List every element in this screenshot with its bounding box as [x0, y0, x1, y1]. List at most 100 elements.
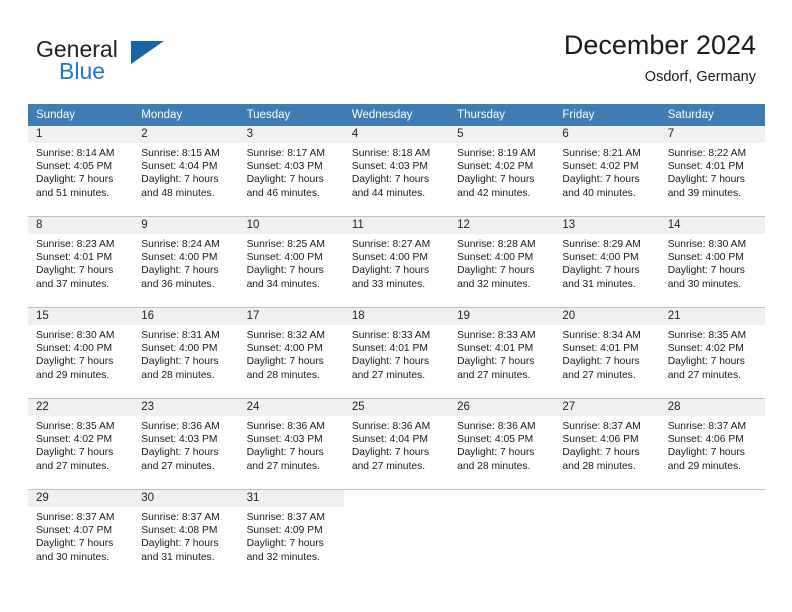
calendar-day-cell[interactable]: 9 Sunrise: 8:24 AM Sunset: 4:00 PM Daylight…	[133, 216, 239, 308]
calendar-day-cell[interactable]: 8 Sunrise: 8:23 AM Sunset: 4:01 PM Daylight…	[28, 216, 134, 308]
daylight-text-line2: and 27 minutes.	[667, 369, 741, 381]
day-details: Sunrise: 8:30 AM Sunset: 4:00 PM Daylight:…	[660, 234, 765, 291]
daylight-text-line2: and 28 minutes.	[246, 369, 320, 381]
daylight-text-line2: and 29 minutes.	[667, 460, 741, 472]
calendar-day-cell[interactable]: 21 Sunrise: 8:35 AM Sunset: 4:02 PM Dayligh…	[659, 307, 765, 399]
day-details: Sunrise: 8:19 AM Sunset: 4:02 PM Daylight:…	[449, 143, 554, 200]
day-number: 27	[554, 399, 660, 416]
sunrise-text: Sunrise: 8:32 AM	[246, 330, 325, 341]
calendar-day-cell[interactable]: 16 Sunrise: 8:31 AM Sunset: 4:00 PM Dayligh…	[133, 307, 239, 399]
calendar-day-cell[interactable]: 14 Sunrise: 8:30 AM Sunset: 4:00 PM Dayligh…	[659, 216, 765, 308]
daylight-text-line1: Daylight: 7 hours	[351, 174, 430, 186]
sunset-text: Sunset: 4:03 PM	[141, 434, 218, 446]
sunset-text: Sunset: 4:00 PM	[141, 252, 218, 264]
daylight-text-line1: Daylight: 7 hours	[36, 447, 114, 459]
calendar-day-cell[interactable]: 24 Sunrise: 8:36 AM Sunset: 4:03 PM Dayligh…	[238, 398, 344, 490]
sunrise-text: Sunrise: 8:36 AM	[141, 421, 220, 432]
calendar-day-cell[interactable]: 13 Sunrise: 8:29 AM Sunset: 4:00 PM Dayligh…	[554, 216, 660, 308]
sunset-text: Sunset: 4:05 PM	[36, 161, 113, 173]
sunrise-text: Sunrise: 8:37 AM	[246, 512, 325, 523]
calendar-day-cell[interactable]: 1 Sunrise: 8:14 AM Sunset: 4:05 PM Daylight…	[28, 126, 134, 217]
day-number: 13	[554, 217, 660, 234]
daylight-text-line2: and 44 minutes.	[351, 187, 426, 199]
daylight-text-line2: and 28 minutes.	[562, 460, 636, 472]
calendar-day-cell[interactable]: 2 Sunrise: 8:15 AM Sunset: 4:04 PM Daylight…	[133, 126, 239, 217]
day-number	[659, 490, 765, 507]
day-details: Sunrise: 8:33 AM Sunset: 4:01 PM Daylight:…	[344, 325, 449, 382]
calendar-day-cell[interactable]: 17 Sunrise: 8:32 AM Sunset: 4:00 PM Dayligh…	[238, 307, 344, 399]
daylight-text-line1: Daylight: 7 hours	[246, 356, 324, 368]
calendar-day-cell[interactable]: 29 Sunrise: 8:37 AM Sunset: 4:07 PM Dayligh…	[28, 489, 134, 580]
daylight-text-line1: Daylight: 7 hours	[562, 447, 640, 459]
sunset-text: Sunset: 4:01 PM	[457, 343, 534, 355]
calendar-day-cell[interactable]: 20 Sunrise: 8:34 AM Sunset: 4:01 PM Dayligh…	[554, 307, 660, 399]
calendar-day-cell[interactable]: 18 Sunrise: 8:33 AM Sunset: 4:01 PM Dayligh…	[343, 307, 450, 399]
weekday-header-friday: Friday	[554, 104, 660, 126]
sunrise-text: Sunrise: 8:28 AM	[457, 239, 536, 250]
sunrise-text: Sunrise: 8:37 AM	[562, 421, 641, 432]
calendar-day-cell[interactable]: 22 Sunrise: 8:35 AM Sunset: 4:02 PM Dayligh…	[28, 398, 134, 490]
daylight-text-line2: and 31 minutes.	[141, 551, 215, 563]
sunrise-text: Sunrise: 8:18 AM	[351, 148, 431, 159]
calendar-day-cell[interactable]: 10 Sunrise: 8:25 AM Sunset: 4:00 PM Dayligh…	[238, 216, 344, 308]
generalblue-logo[interactable]: General Blue	[36, 36, 266, 92]
day-details: Sunrise: 8:37 AM Sunset: 4:07 PM Daylight:…	[28, 507, 133, 564]
day-details: Sunrise: 8:33 AM Sunset: 4:01 PM Daylight:…	[449, 325, 554, 382]
calendar-day-cell[interactable]: 19 Sunrise: 8:33 AM Sunset: 4:01 PM Dayligh…	[449, 307, 555, 399]
calendar-day-cell[interactable]: 3 Sunrise: 8:17 AM Sunset: 4:03 PM Daylight…	[238, 126, 344, 217]
day-details: Sunrise: 8:22 AM Sunset: 4:01 PM Daylight:…	[660, 143, 765, 200]
day-number: 29	[28, 490, 134, 507]
day-details: Sunrise: 8:18 AM Sunset: 4:03 PM Daylight:…	[344, 143, 449, 200]
sunrise-text: Sunrise: 8:27 AM	[351, 239, 431, 250]
day-number: 8	[28, 217, 134, 234]
daylight-text-line2: and 28 minutes.	[457, 460, 531, 472]
calendar-day-cell[interactable]: 7 Sunrise: 8:22 AM Sunset: 4:01 PM Daylight…	[659, 126, 765, 217]
calendar-day-cell[interactable]: 23 Sunrise: 8:36 AM Sunset: 4:03 PM Dayligh…	[133, 398, 239, 490]
daylight-text-line1: Daylight: 7 hours	[351, 265, 430, 277]
sunset-text: Sunset: 4:02 PM	[562, 161, 639, 173]
day-details: Sunrise: 8:14 AM Sunset: 4:05 PM Daylight:…	[28, 143, 133, 200]
day-details: Sunrise: 8:31 AM Sunset: 4:00 PM Daylight:…	[133, 325, 238, 382]
sunset-text: Sunset: 4:00 PM	[457, 252, 534, 264]
sunset-text: Sunset: 4:01 PM	[36, 252, 113, 264]
day-details: Sunrise: 8:25 AM Sunset: 4:00 PM Daylight:…	[239, 234, 344, 291]
sunrise-text: Sunrise: 8:35 AM	[667, 330, 747, 341]
weekday-header-tuesday: Tuesday	[238, 104, 344, 126]
day-number: 2	[133, 126, 239, 143]
daylight-text-line2: and 27 minutes.	[351, 460, 426, 472]
calendar-day-cell[interactable]: 28 Sunrise: 8:37 AM Sunset: 4:06 PM Dayligh…	[659, 398, 765, 490]
day-details: Sunrise: 8:15 AM Sunset: 4:04 PM Daylight:…	[133, 143, 238, 200]
sunset-text: Sunset: 4:02 PM	[457, 161, 534, 173]
page-header: General Blue December 2024 Osdorf, Germa…	[0, 0, 792, 104]
daylight-text-line2: and 42 minutes.	[457, 187, 531, 199]
calendar-day-cell[interactable]: 5 Sunrise: 8:19 AM Sunset: 4:02 PM Daylight…	[449, 126, 555, 217]
weekday-header-monday: Monday	[133, 104, 239, 126]
daylight-text-line1: Daylight: 7 hours	[667, 356, 745, 368]
day-number: 3	[238, 126, 344, 143]
sunrise-text: Sunrise: 8:34 AM	[562, 330, 641, 341]
daylight-text-line1: Daylight: 7 hours	[141, 174, 219, 186]
weekday-header-saturday: Saturday	[659, 104, 765, 126]
calendar-day-cell[interactable]: 12 Sunrise: 8:28 AM Sunset: 4:00 PM Dayligh…	[449, 216, 555, 308]
calendar-grid: Sunday Monday Tuesday Wednesday Thursday…	[28, 104, 765, 580]
calendar-day-cell[interactable]: 4 Sunrise: 8:18 AM Sunset: 4:03 PM Daylight…	[343, 126, 450, 217]
day-details: Sunrise: 8:36 AM Sunset: 4:05 PM Daylight:…	[449, 416, 554, 473]
day-number: 12	[449, 217, 555, 234]
calendar-day-cell[interactable]: 31 Sunrise: 8:37 AM Sunset: 4:09 PM Dayligh…	[238, 489, 344, 580]
calendar-week-row: 15 Sunrise: 8:30 AM Sunset: 4:00 PM Dayligh…	[28, 307, 765, 399]
calendar-day-cell[interactable]: 25 Sunrise: 8:36 AM Sunset: 4:04 PM Dayligh…	[343, 398, 450, 490]
calendar-day-cell[interactable]: 26 Sunrise: 8:36 AM Sunset: 4:05 PM Dayligh…	[449, 398, 555, 490]
calendar-day-cell[interactable]: 27 Sunrise: 8:37 AM Sunset: 4:06 PM Dayligh…	[554, 398, 660, 490]
calendar-day-cell[interactable]: 11 Sunrise: 8:27 AM Sunset: 4:00 PM Dayligh…	[343, 216, 450, 308]
day-details: Sunrise: 8:37 AM Sunset: 4:06 PM Daylight:…	[660, 416, 765, 473]
day-number: 23	[133, 399, 239, 416]
page-title: December 2024	[563, 30, 756, 60]
location-subtitle: Osdorf, Germany	[644, 69, 756, 85]
sunset-text: Sunset: 4:01 PM	[351, 343, 428, 355]
calendar-day-cell[interactable]: 6 Sunrise: 8:21 AM Sunset: 4:02 PM Daylight…	[554, 126, 660, 217]
calendar-day-cell[interactable]: 15 Sunrise: 8:30 AM Sunset: 4:00 PM Dayligh…	[28, 307, 134, 399]
daylight-text-line2: and 46 minutes.	[246, 187, 320, 199]
calendar-day-cell[interactable]: 30 Sunrise: 8:37 AM Sunset: 4:08 PM Dayligh…	[133, 489, 239, 580]
sunset-text: Sunset: 4:03 PM	[246, 161, 323, 173]
day-number: 21	[659, 308, 765, 325]
